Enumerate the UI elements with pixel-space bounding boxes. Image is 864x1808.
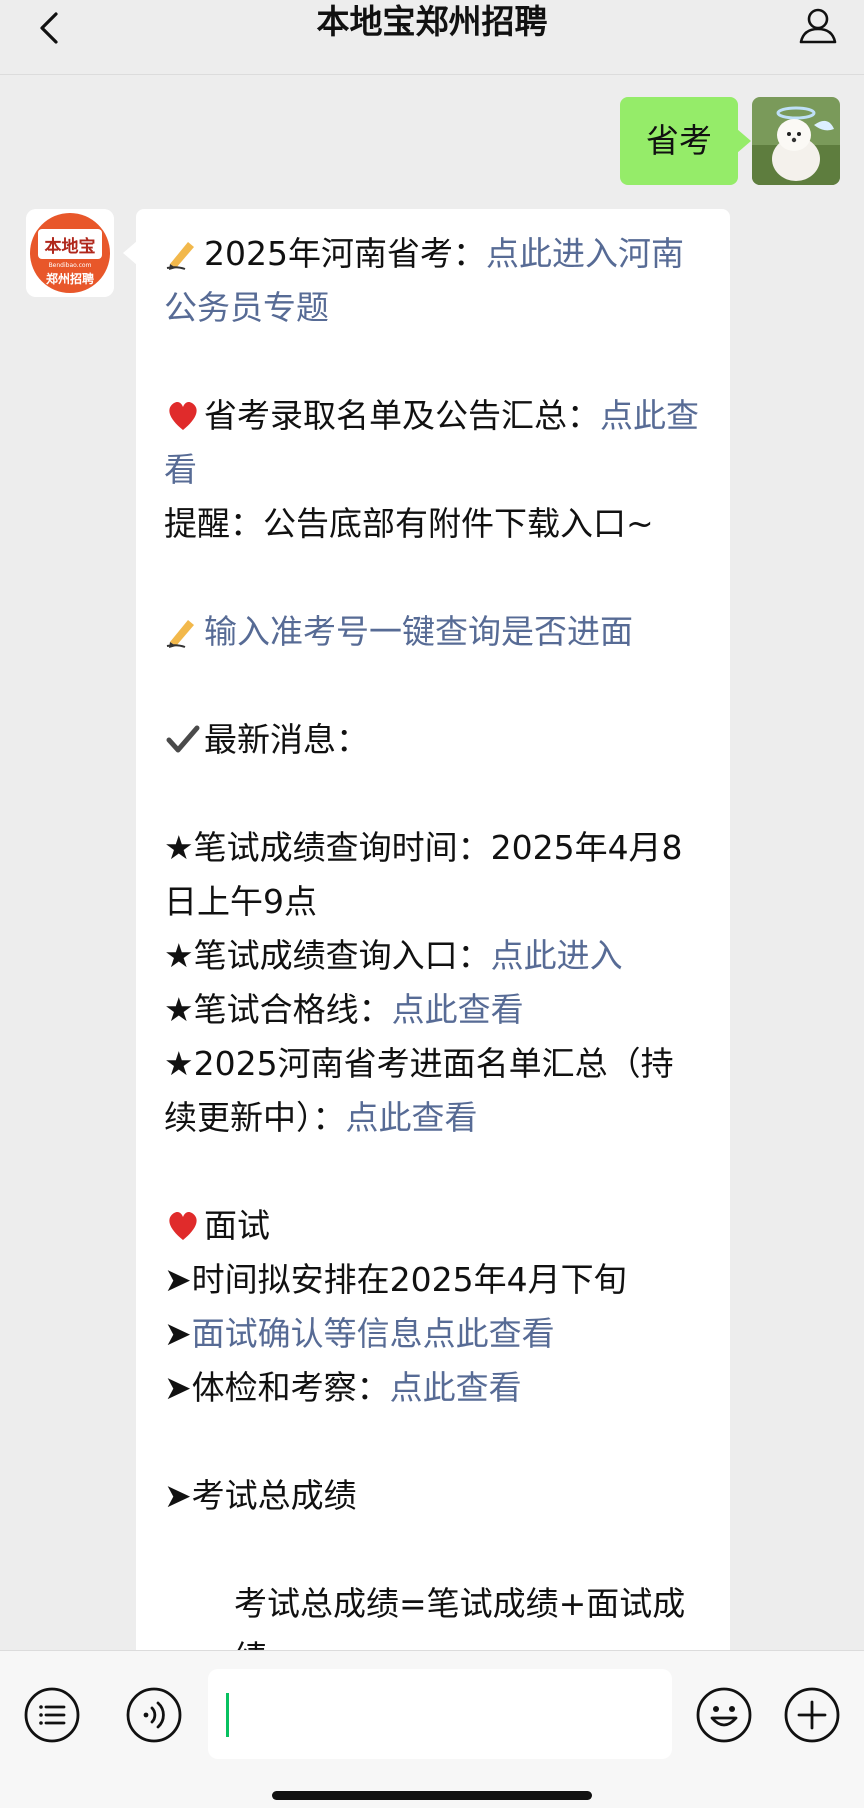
message-line: ➤考试总成绩: [164, 1469, 704, 1523]
heart-icon: [164, 396, 202, 434]
message-text: ★笔试成绩查询时间：2025年4月8日上午9点: [164, 828, 683, 921]
user-avatar[interactable]: [752, 97, 840, 185]
message-link[interactable]: 面试确认等信息点此查看: [192, 1314, 555, 1353]
svg-text:Bendibao.com: Bendibao.com: [49, 262, 92, 269]
svg-text:郑州招聘: 郑州招聘: [46, 271, 94, 286]
bot-message-bubble[interactable]: 2025年河南省考：点此进入河南公务员专题 省考录取名单及公告汇总：点此查看 提醒：…: [123, 209, 730, 1650]
message-text: 最新消息：: [204, 720, 369, 759]
message-link[interactable]: 输入准考号一键查询是否进面: [204, 612, 633, 651]
text-cursor: [226, 1693, 229, 1737]
dog-avatar-icon: [752, 97, 840, 185]
plus-icon[interactable]: [782, 1685, 842, 1745]
chat-header: 本地宝郑州招聘: [0, 0, 864, 75]
message-link[interactable]: 点此查看: [392, 990, 524, 1029]
message-text: ★笔试合格线：: [164, 990, 392, 1029]
message-line: 2025年河南省考：点此进入河南公务员专题: [164, 227, 704, 335]
message-line: ★笔试成绩查询时间：2025年4月8日上午9点: [164, 821, 704, 929]
message-line: 最新消息：: [164, 713, 704, 767]
message-line: ➤时间拟安排在2025年4月下旬: [164, 1253, 704, 1307]
user-message-bubble[interactable]: 省考: [620, 97, 751, 185]
message-link[interactable]: 点此进入: [491, 936, 623, 975]
writing-hand-icon: [164, 612, 202, 650]
message-link[interactable]: 点此查看: [346, 1098, 478, 1137]
message-text: ★笔试成绩查询入口：: [164, 936, 491, 975]
message-text: ➤: [164, 1314, 192, 1353]
message-text: 2025年河南省考：: [204, 234, 486, 273]
message-text: 省考录取名单及公告汇总：: [204, 396, 600, 435]
chat-area[interactable]: 省考 本地宝 Bendibao.com 郑州招聘 2025年河南省考：点此进入河…: [0, 75, 864, 1650]
list-icon[interactable]: [22, 1685, 82, 1745]
message-text: 考试总成绩=笔试成绩+面试成绩: [234, 1584, 686, 1650]
message-line: 考试总成绩=笔试成绩+面试成绩: [164, 1577, 704, 1650]
smiley-icon[interactable]: [694, 1685, 754, 1745]
message-line: ★笔试合格线：点此查看: [164, 983, 704, 1037]
message-text: ➤体检和考察：: [164, 1368, 390, 1407]
message-text: ➤时间拟安排在2025年4月下旬: [164, 1260, 627, 1299]
home-indicator: [272, 1791, 592, 1800]
input-bar: [0, 1650, 864, 1808]
message-line: 提醒：公告底部有附件下载入口~: [164, 497, 704, 551]
heart-icon: [164, 1206, 202, 1244]
message-text: 提醒：公告底部有附件下载入口~: [164, 504, 654, 543]
message-line: ★2025河南省考进面名单汇总（持续更新中）：点此查看: [164, 1037, 704, 1145]
message-link[interactable]: 点此查看: [390, 1368, 522, 1407]
message-line: ★笔试成绩查询入口：点此进入: [164, 929, 704, 983]
message-line: 面试: [164, 1199, 704, 1253]
message-line: ➤体检和考察：点此查看: [164, 1361, 704, 1415]
person-icon[interactable]: [794, 2, 842, 50]
bot-avatar[interactable]: 本地宝 Bendibao.com 郑州招聘: [26, 209, 114, 297]
message-line: 省考录取名单及公告汇总：点此查看: [164, 389, 704, 497]
writing-hand-icon: [164, 234, 202, 272]
bendibao-logo-icon: 本地宝 Bendibao.com 郑州招聘: [26, 209, 114, 297]
user-message-text: 省考: [646, 121, 712, 160]
message-text: ➤考试总成绩: [164, 1476, 357, 1515]
chat-title: 本地宝郑州招聘: [316, 2, 548, 41]
svg-text:本地宝: 本地宝: [45, 236, 96, 257]
message-text: 面试: [204, 1206, 270, 1245]
voice-icon[interactable]: [124, 1685, 184, 1745]
message-line: ➤面试确认等信息点此查看: [164, 1307, 704, 1361]
message-input[interactable]: [208, 1669, 672, 1759]
message-line: 输入准考号一键查询是否进面: [164, 605, 704, 659]
check-mark-icon: [164, 720, 202, 758]
